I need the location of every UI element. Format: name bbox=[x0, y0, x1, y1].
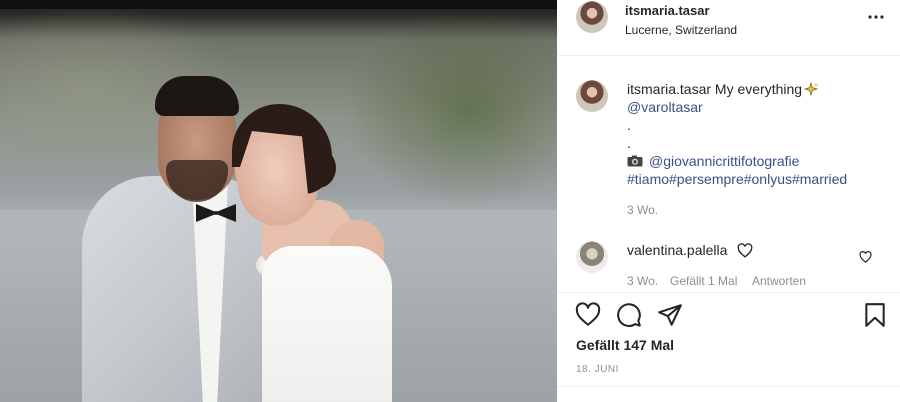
heart-emoji-icon bbox=[737, 243, 753, 258]
caption-avatar[interactable] bbox=[576, 80, 608, 112]
photo-bride-dress bbox=[262, 246, 392, 402]
comment-reply-button[interactable]: Antworten bbox=[752, 274, 806, 288]
comment-age[interactable]: 3 Wo. bbox=[627, 274, 658, 288]
author-avatar[interactable] bbox=[576, 1, 608, 33]
post-photo[interactable] bbox=[0, 0, 557, 402]
commenter-username[interactable]: valentina.palella bbox=[627, 242, 727, 258]
comment-icon[interactable] bbox=[616, 302, 642, 328]
header-divider bbox=[557, 55, 900, 56]
heart-icon[interactable] bbox=[575, 302, 601, 328]
comment-like-icon[interactable] bbox=[859, 250, 872, 263]
sparkle-icon bbox=[803, 81, 819, 97]
photo-groom-hair bbox=[155, 76, 239, 116]
caption-dot-2: . bbox=[627, 135, 631, 151]
share-icon[interactable] bbox=[657, 302, 683, 328]
post-caption: itsmaria.tasar My everything @varoltasar… bbox=[627, 80, 887, 188]
post-location[interactable]: Lucerne, Switzerland bbox=[625, 23, 737, 37]
bookmark-icon[interactable] bbox=[862, 302, 888, 328]
camera-icon bbox=[627, 153, 643, 167]
footer-divider bbox=[557, 386, 900, 387]
caption-hashtags[interactable]: #tiamo#persempre#onlyus#married bbox=[627, 170, 887, 188]
commenter-avatar[interactable] bbox=[576, 241, 608, 273]
likes-count[interactable]: Gefällt 147 Mal bbox=[576, 337, 674, 353]
comment-likes[interactable]: Gefällt 1 Mal bbox=[670, 274, 737, 288]
author-username[interactable]: itsmaria.tasar bbox=[625, 3, 710, 18]
photo-top-edge bbox=[0, 0, 557, 9]
post-date[interactable]: 18. JUNI bbox=[576, 364, 619, 375]
caption-text: My everything bbox=[714, 81, 803, 97]
caption-username[interactable]: itsmaria.tasar bbox=[627, 81, 711, 97]
caption-age[interactable]: 3 Wo. bbox=[627, 203, 658, 217]
photographer-mention[interactable]: @giovannicrittifotografie bbox=[649, 153, 799, 169]
photo-groom-suit bbox=[82, 176, 272, 402]
caption-dot-1: . bbox=[627, 117, 631, 133]
post-side-panel: itsmaria.tasar Lucerne, Switzerland itsm… bbox=[557, 0, 900, 402]
caption-mention[interactable]: @varoltasar bbox=[627, 98, 887, 116]
more-options-icon[interactable] bbox=[867, 6, 885, 26]
actions-divider bbox=[557, 292, 900, 293]
